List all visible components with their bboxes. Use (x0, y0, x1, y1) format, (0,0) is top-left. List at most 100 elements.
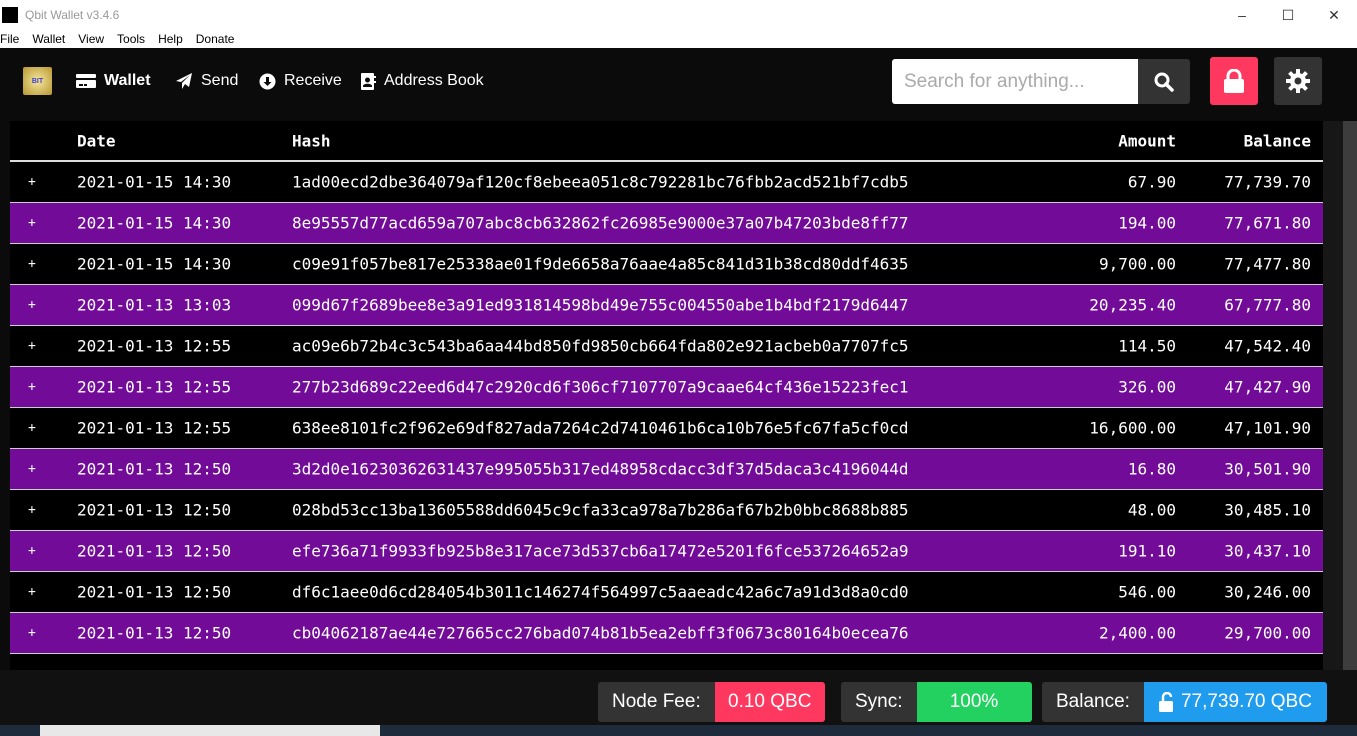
row-balance: 30,437.10 (1224, 541, 1311, 561)
table-row[interactable]: +2021-01-13 12:50 efe736a71f9933fb925b8e3… (10, 531, 1323, 572)
row-hash: 099d67f2689bee8e3a91ed931814598bd49e755c… (292, 295, 909, 315)
os-taskbar (0, 725, 1357, 736)
table-row[interactable]: +2021-01-13 12:55 277b23d689c22eed6d47c29… (10, 367, 1323, 408)
close-button[interactable]: ✕ (1311, 0, 1357, 30)
row-date: 2021-01-15 14:30 (77, 213, 232, 233)
nav-wallet[interactable]: Wallet (76, 72, 151, 90)
sync-label: Sync: (841, 682, 917, 722)
maximize-button[interactable]: ☐ (1265, 0, 1311, 30)
balance-label: Balance: (1042, 682, 1144, 722)
address-book-icon (361, 72, 376, 90)
row-amount: 9,700.00 (1098, 254, 1176, 274)
expand-toggle[interactable]: + (28, 544, 36, 559)
search-button[interactable] (1138, 59, 1190, 104)
table-row[interactable]: +2021-01-13 12:55 ac09e6b72b4c3c543ba6aa4… (10, 326, 1323, 367)
row-amount: 326.00 (1118, 377, 1176, 397)
expand-toggle[interactable]: + (28, 421, 36, 436)
gear-icon (1286, 69, 1310, 93)
node-fee-label: Node Fee: (598, 682, 715, 722)
row-balance: 77,477.80 (1224, 254, 1311, 274)
menu-help[interactable]: Help (158, 30, 183, 48)
row-balance: 77,739.70 (1224, 172, 1311, 192)
minimize-button[interactable]: – (1219, 0, 1265, 30)
row-amount: 16,600.00 (1089, 418, 1176, 438)
table-row[interactable]: +2021-01-13 13:03 099d67f2689bee8e3a91ed9… (10, 285, 1323, 326)
logo-text: BIT (31, 77, 44, 85)
nav-address-book[interactable]: Address Book (361, 72, 484, 90)
row-date: 2021-01-13 13:03 (77, 295, 232, 315)
menu-donate[interactable]: Donate (196, 30, 235, 48)
table-row[interactable]: +2021-01-13 12:50 028bd53cc13ba13605588dd… (10, 490, 1323, 531)
balance-value: 77,739.70 QBC (1180, 691, 1312, 712)
nav-wallet-label: Wallet (104, 72, 151, 89)
table-row[interactable]: +2021-01-15 14:30 c09e91f057be817e25338ae… (10, 244, 1323, 285)
row-balance: 30,246.00 (1224, 582, 1311, 602)
app-icon (2, 7, 18, 23)
row-amount: 67.90 (1127, 172, 1176, 192)
header-amount[interactable]: Amount (1118, 131, 1176, 150)
row-balance: 30,485.10 (1224, 500, 1311, 520)
expand-toggle[interactable]: + (28, 257, 36, 272)
title-bar: Qbit Wallet v3.4.6 – ☐ ✕ (0, 0, 1357, 30)
balance-status: Balance: 77,739.70 QBC (1042, 682, 1327, 722)
settings-button[interactable] (1274, 57, 1322, 105)
download-circle-icon (259, 73, 276, 89)
nav-send[interactable]: Send (175, 72, 238, 90)
expand-toggle[interactable]: + (28, 175, 36, 190)
row-amount: 191.10 (1118, 541, 1176, 561)
row-hash: efe736a71f9933fb925b8e317ace73d537cb6a17… (292, 541, 909, 561)
sync-value: 100% (916, 682, 1032, 722)
nav-send-label: Send (201, 72, 239, 89)
header-hash[interactable]: Hash (292, 131, 331, 150)
nav-receive-label: Receive (284, 72, 342, 89)
row-hash: c09e91f057be817e25338ae01f9de6658a76aae4… (292, 254, 909, 274)
logo[interactable]: BIT (23, 67, 52, 95)
paper-plane-icon (176, 73, 192, 89)
menu-view[interactable]: View (78, 30, 104, 48)
row-date: 2021-01-13 12:55 (77, 336, 232, 356)
row-date: 2021-01-15 14:30 (77, 254, 232, 274)
expand-toggle[interactable]: + (28, 380, 36, 395)
table-row[interactable]: +2021-01-15 14:30 1ad00ecd2dbe364079af120… (10, 162, 1323, 203)
row-balance: 30,501.90 (1224, 459, 1311, 479)
row-amount: 194.00 (1118, 213, 1176, 233)
node-fee-value: 0.10 QBC (714, 682, 825, 722)
header-date[interactable]: Date (77, 131, 116, 150)
expand-toggle[interactable]: + (28, 339, 36, 354)
expand-toggle[interactable]: + (28, 585, 36, 600)
row-balance: 29,700.00 (1224, 623, 1311, 643)
menu-tools[interactable]: Tools (117, 30, 145, 48)
expand-toggle[interactable]: + (28, 503, 36, 518)
search-input[interactable] (892, 59, 1138, 104)
row-amount: 2,400.00 (1098, 623, 1176, 643)
nav-receive[interactable]: Receive (259, 72, 342, 90)
menu-file[interactable]: File (0, 30, 19, 48)
row-balance: 47,101.90 (1224, 418, 1311, 438)
table-row[interactable]: +2021-01-13 12:50 3d2d0e16230362631437e99… (10, 449, 1323, 490)
row-amount: 114.50 (1118, 336, 1176, 356)
scrollbar[interactable] (1323, 121, 1357, 670)
scrollbar-thumb[interactable] (1343, 121, 1357, 670)
expand-toggle[interactable]: + (28, 298, 36, 313)
table-row[interactable]: +2021-01-13 12:55 638ee8101fc2f962e69df82… (10, 408, 1323, 449)
row-hash: cb04062187ae44e727665cc276bad074b81b5ea2… (292, 623, 909, 643)
menu-bar: File Wallet View Tools Help Donate (0, 30, 1357, 48)
row-date: 2021-01-15 14:30 (77, 172, 232, 192)
row-balance: 47,427.90 (1224, 377, 1311, 397)
nav-address-book-label: Address Book (384, 72, 484, 89)
expand-toggle[interactable]: + (28, 626, 36, 641)
table-row[interactable]: +2021-01-15 14:30 8e95557d77acd659a707abc… (10, 203, 1323, 244)
table-row[interactable]: +2021-01-13 12:50 cb04062187ae44e727665cc… (10, 613, 1323, 654)
menu-wallet[interactable]: Wallet (32, 30, 65, 48)
table-row[interactable]: +2021-01-13 12:50 df6c1aee0d6cd284054b301… (10, 572, 1323, 613)
row-date: 2021-01-13 12:50 (77, 541, 232, 561)
expand-toggle[interactable]: + (28, 462, 36, 477)
sync-status: Sync: 100% (841, 682, 1032, 722)
lock-button[interactable] (1210, 57, 1258, 105)
node-fee-status: Node Fee: 0.10 QBC (598, 682, 825, 722)
row-balance: 77,671.80 (1224, 213, 1311, 233)
expand-toggle[interactable]: + (28, 216, 36, 231)
header-balance[interactable]: Balance (1244, 131, 1311, 150)
window-title: Qbit Wallet v3.4.6 (25, 8, 120, 22)
row-amount: 16.80 (1127, 459, 1176, 479)
